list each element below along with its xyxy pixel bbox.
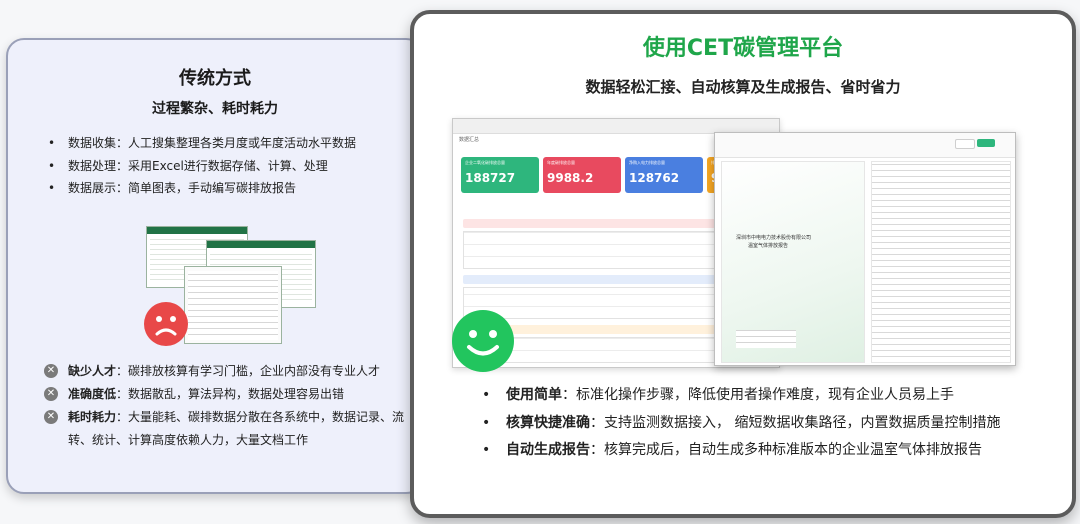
kpi-card: 企业二氧化碳排放总量 188727 (461, 157, 539, 193)
traditional-subtitle: 过程繁杂、耗时耗力 (152, 101, 278, 117)
traditional-title: 传统方式 (179, 68, 251, 89)
traditional-bullet-list: 数据收集：人工搜集整理各类月度或年度活动水平数据 数据处理：采用Excel进行数… (48, 132, 356, 200)
x-circle-icon: ✕ (44, 410, 58, 424)
report-toolbar (715, 133, 1015, 158)
bullet-data-processing: 数据处理：采用Excel进行数据存储、计算、处理 (48, 155, 356, 178)
x-circle-icon: ✕ (44, 364, 58, 378)
kpi-card: 净购入电力排放总量 128762 (625, 157, 703, 193)
report-company: 深圳市中电电力技术股份有限公司 (736, 235, 812, 241)
cet-title: 使用CET碳管理平台 (642, 36, 844, 61)
report-content-page (871, 161, 1011, 363)
x-circle-icon: ✕ (44, 387, 58, 401)
kpi-card: 年度碳排放总量 9988.2 (543, 157, 621, 193)
con-talent: ✕ 缺少人才：碳排放核算有学习门槛，企业内部没有专业人才 (44, 360, 414, 383)
con-accuracy: ✕ 准确度低：数据散乱，算法异构，数据处理容易出错 (44, 383, 414, 406)
cet-platform-card: 使用CET碳管理平台 数据轻松汇接、自动核算及生成报告、省时省力 数据汇总 企业… (410, 10, 1076, 518)
pro-easy-use: 使用简单：标准化操作步骤，降低使用者操作难度，现有企业人员易上手 (480, 382, 1000, 410)
bullet-data-collection: 数据收集：人工搜集整理各类月度或年度活动水平数据 (48, 132, 356, 155)
traditional-cons-list: ✕ 缺少人才：碳排放核算有学习门槛，企业内部没有专业人才 ✕ 准确度低：数据散乱，算… (44, 360, 414, 452)
report-doc-title: 温室气体排放报告 (748, 243, 789, 249)
pro-fast-accurate: 核算快捷准确：支持监测数据接入， 缩短数据收集路径，内置数据质量控制措施 (480, 410, 1000, 438)
sad-face-icon (144, 302, 188, 346)
cet-pros-list: 使用简单：标准化操作步骤，降低使用者操作难度，现有企业人员易上手 核算快捷准确：… (480, 382, 1000, 465)
traditional-method-card: 传统方式 过程繁杂、耗时耗力 数据收集：人工搜集整理各类月度或年度活动水平数据 … (6, 38, 424, 494)
report-screenshot: 深圳市中电电力技术股份有限公司 温室气体排放报告 (714, 132, 1016, 366)
con-time: ✕ 耗时耗力：大量能耗、碳排数据分散在各系统中，数据记录、流转、统计、计算高度依赖… (44, 406, 414, 452)
cet-subtitle: 数据轻松汇接、自动核算及生成报告、省时省力 (585, 78, 901, 96)
bullet-data-display: 数据展示：简单图表，手动编写碳排放报告 (48, 177, 356, 200)
pro-auto-report: 自动生成报告：核算完成后，自动生成多种标准版本的企业温室气体排放报告 (480, 437, 1000, 465)
report-cover-meta (736, 330, 796, 348)
happy-face-icon (452, 310, 514, 372)
report-cover: 深圳市中电电力技术股份有限公司 温室气体排放报告 (721, 161, 865, 363)
